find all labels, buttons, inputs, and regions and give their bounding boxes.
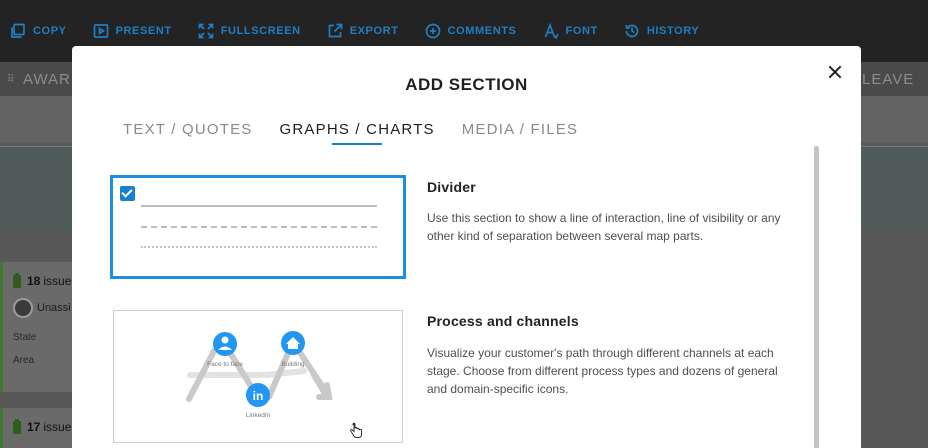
section-description-process-channels: Visualize your customer's path through d… bbox=[427, 346, 778, 396]
section-title-divider: Divider bbox=[427, 179, 476, 195]
hand-cursor-icon bbox=[350, 422, 362, 438]
toolbar-history-button[interactable]: HISTORY bbox=[624, 23, 700, 39]
section-type-tabs: TEXT / QUOTES GRAPHS / CHARTS MEDIA / FI… bbox=[123, 121, 605, 145]
solid-line-sample bbox=[141, 205, 377, 207]
dotted-line-sample bbox=[141, 246, 377, 248]
checkbox-checked-icon[interactable] bbox=[120, 186, 135, 201]
battery-icon bbox=[13, 272, 21, 288]
tab-text-quotes[interactable]: TEXT / QUOTES bbox=[123, 121, 253, 144]
toolbar-comments-button[interactable]: COMMENTS bbox=[425, 23, 517, 39]
toolbar-export-button[interactable]: EXPORT bbox=[327, 23, 399, 39]
tab-graphs-charts[interactable]: GRAPHS / CHARTS bbox=[280, 121, 435, 145]
area-label: Area bbox=[13, 355, 35, 366]
divider-preview-card[interactable] bbox=[110, 175, 406, 279]
comments-icon bbox=[425, 23, 440, 39]
toolbar-present-button[interactable]: PRESENT bbox=[93, 23, 172, 39]
modal-title: ADD SECTION bbox=[405, 75, 528, 94]
export-icon bbox=[328, 23, 343, 38]
svg-text:in: in bbox=[253, 389, 264, 403]
issues-label: issue bbox=[43, 420, 72, 434]
stage-title-right: LEAVE bbox=[862, 71, 915, 88]
font-icon bbox=[544, 23, 559, 39]
battery-icon bbox=[13, 418, 21, 434]
toolbar-copy-button[interactable]: COPY bbox=[10, 23, 67, 39]
history-icon bbox=[625, 24, 639, 38]
fullscreen-icon bbox=[198, 23, 214, 39]
avatar bbox=[13, 298, 33, 318]
issues-count: 17 bbox=[27, 420, 41, 434]
issue-card[interactable]: 18 issue Unassi State Area bbox=[0, 262, 75, 392]
drag-handle-icon[interactable]: ⠿ bbox=[7, 74, 14, 85]
close-icon[interactable] bbox=[826, 63, 844, 81]
copy-icon bbox=[11, 23, 25, 38]
issues-count: 18 bbox=[27, 274, 41, 288]
present-icon bbox=[93, 24, 108, 38]
add-section-modal: ADD SECTION TEXT / QUOTES GRAPHS / CHART… bbox=[72, 46, 861, 448]
assignee-label: Unassi bbox=[37, 302, 71, 314]
scrollbar-thumb[interactable] bbox=[814, 146, 819, 448]
preview-label-face-to-face: Face to face bbox=[207, 361, 243, 368]
preview-label-building: Building bbox=[281, 361, 305, 368]
face-to-face-icon bbox=[213, 332, 237, 356]
state-label: State bbox=[13, 332, 37, 343]
issues-label: issue bbox=[43, 274, 72, 288]
preview-label-linkedin: LinkedIn bbox=[246, 412, 271, 419]
section-title-process-channels: Process and channels bbox=[427, 313, 579, 329]
toolbar-font-button[interactable]: FONT bbox=[543, 23, 598, 39]
issue-card[interactable]: 17 issue bbox=[0, 408, 75, 448]
dashed-line-sample bbox=[141, 226, 377, 228]
section-description-divider: Use this section to show a line of inter… bbox=[427, 211, 781, 243]
toolbar-fullscreen-button[interactable]: FULLSCREEN bbox=[198, 23, 301, 39]
tab-media-files[interactable]: MEDIA / FILES bbox=[462, 121, 578, 144]
